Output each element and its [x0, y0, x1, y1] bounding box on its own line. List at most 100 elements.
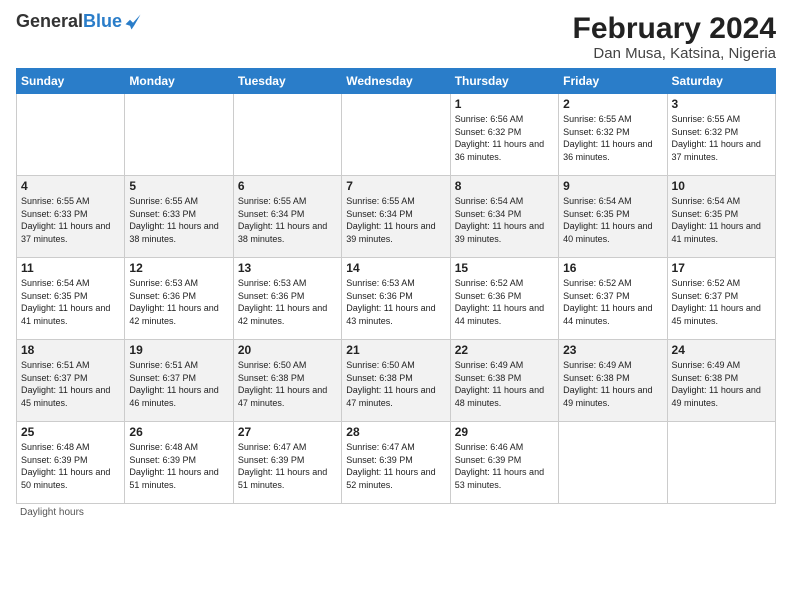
calendar-cell: 23Sunrise: 6:49 AM Sunset: 6:38 PM Dayli…	[559, 340, 667, 422]
calendar-day-header: Thursday	[450, 69, 558, 94]
day-info: Sunrise: 6:53 AM Sunset: 6:36 PM Dayligh…	[238, 277, 337, 327]
calendar-cell	[342, 94, 450, 176]
day-info: Sunrise: 6:49 AM Sunset: 6:38 PM Dayligh…	[455, 359, 554, 409]
calendar-cell: 22 Sunrise: 6:49 AM Sunset: 6:38 PM Dayli…	[450, 340, 558, 422]
calendar-cell: 21 Sunrise: 6:50 AM Sunset: 6:38 PM Dayli…	[342, 340, 450, 422]
day-info: Sunrise: 6:46 AM Sunset: 6:39 PM Dayligh…	[455, 441, 554, 491]
calendar-cell: 11 Sunrise: 6:54 AM Sunset: 6:35 PM Dayli…	[17, 258, 125, 340]
calendar-cell: 5 Sunrise: 6:55 AM Sunset: 6:33 PM Daylig…	[125, 176, 233, 258]
calendar-header-row: SundayMondayTuesdayWednesdayThursdayFrid…	[17, 69, 776, 94]
day-number: 18	[21, 343, 120, 357]
calendar-cell: 17 Sunrise: 6:52 AM Sunset: 6:37 PM Dayli…	[667, 258, 775, 340]
day-number: 10	[672, 179, 771, 193]
footer-note: Daylight hours	[16, 507, 776, 518]
day-info: Sunrise: 6:55 AM Sunset: 6:33 PM Dayligh…	[129, 195, 228, 245]
calendar-table: SundayMondayTuesdayWednesdayThursdayFrid…	[16, 68, 776, 504]
day-info: Sunrise: 6:53 AM Sunset: 6:36 PM Dayligh…	[129, 277, 228, 327]
calendar-cell: 13Sunrise: 6:53 AM Sunset: 6:36 PM Dayli…	[233, 258, 341, 340]
day-info: Sunrise: 6:52 AM Sunset: 6:37 PM Dayligh…	[563, 277, 662, 327]
calendar-week-row: 1Sunrise: 6:56 AM Sunset: 6:32 PM Daylig…	[17, 94, 776, 176]
day-info: Sunrise: 6:55 AM Sunset: 6:34 PM Dayligh…	[346, 195, 445, 245]
title-area: February 2024 Dan Musa, Katsina, Nigeria	[573, 12, 776, 62]
day-number: 8	[455, 179, 554, 193]
day-info: Sunrise: 6:49 AM Sunset: 6:38 PM Dayligh…	[672, 359, 771, 409]
day-info: Sunrise: 6:48 AM Sunset: 6:39 PM Dayligh…	[129, 441, 228, 491]
calendar-day-header: Monday	[125, 69, 233, 94]
day-info: Sunrise: 6:51 AM Sunset: 6:37 PM Dayligh…	[21, 359, 120, 409]
day-info: Sunrise: 6:48 AM Sunset: 6:39 PM Dayligh…	[21, 441, 120, 491]
day-info: Sunrise: 6:50 AM Sunset: 6:38 PM Dayligh…	[346, 359, 445, 409]
day-number: 21	[346, 343, 445, 357]
day-info: Sunrise: 6:56 AM Sunset: 6:32 PM Dayligh…	[455, 113, 554, 163]
day-number: 3	[672, 97, 771, 111]
logo-general-text: General	[16, 11, 83, 31]
calendar-cell	[559, 422, 667, 504]
day-number: 14	[346, 261, 445, 275]
calendar-cell: 28 Sunrise: 6:47 AM Sunset: 6:39 PM Dayli…	[342, 422, 450, 504]
day-number: 29	[455, 425, 554, 439]
day-number: 15	[455, 261, 554, 275]
day-info: Sunrise: 6:47 AM Sunset: 6:39 PM Dayligh…	[238, 441, 337, 491]
day-number: 25	[21, 425, 120, 439]
calendar-day-header: Tuesday	[233, 69, 341, 94]
main-title: February 2024	[573, 12, 776, 45]
calendar-cell: 18 Sunrise: 6:51 AM Sunset: 6:37 PM Dayli…	[17, 340, 125, 422]
day-number: 17	[672, 261, 771, 275]
day-info: Sunrise: 6:55 AM Sunset: 6:34 PM Dayligh…	[238, 195, 337, 245]
logo-bird-icon	[124, 13, 142, 31]
calendar-week-row: 25 Sunrise: 6:48 AM Sunset: 6:39 PM Dayli…	[17, 422, 776, 504]
calendar-week-row: 11 Sunrise: 6:54 AM Sunset: 6:35 PM Dayli…	[17, 258, 776, 340]
logo-blue-text: Blue	[83, 11, 122, 31]
calendar-cell: 14 Sunrise: 6:53 AM Sunset: 6:36 PM Dayli…	[342, 258, 450, 340]
calendar-cell: 6 Sunrise: 6:55 AM Sunset: 6:34 PM Daylig…	[233, 176, 341, 258]
day-info: Sunrise: 6:52 AM Sunset: 6:36 PM Dayligh…	[455, 277, 554, 327]
calendar-cell: 20 Sunrise: 6:50 AM Sunset: 6:38 PM Dayli…	[233, 340, 341, 422]
day-info: Sunrise: 6:47 AM Sunset: 6:39 PM Dayligh…	[346, 441, 445, 491]
calendar-cell: 12Sunrise: 6:53 AM Sunset: 6:36 PM Dayli…	[125, 258, 233, 340]
calendar-cell	[233, 94, 341, 176]
calendar-cell: 8Sunrise: 6:54 AM Sunset: 6:34 PM Daylig…	[450, 176, 558, 258]
day-info: Sunrise: 6:54 AM Sunset: 6:35 PM Dayligh…	[672, 195, 771, 245]
day-number: 6	[238, 179, 337, 193]
calendar-cell: 4 Sunrise: 6:55 AM Sunset: 6:33 PM Daylig…	[17, 176, 125, 258]
day-number: 27	[238, 425, 337, 439]
calendar-cell	[667, 422, 775, 504]
day-info: Sunrise: 6:55 AM Sunset: 6:33 PM Dayligh…	[21, 195, 120, 245]
day-info: Sunrise: 6:51 AM Sunset: 6:37 PM Dayligh…	[129, 359, 228, 409]
day-info: Sunrise: 6:52 AM Sunset: 6:37 PM Dayligh…	[672, 277, 771, 327]
day-info: Sunrise: 6:54 AM Sunset: 6:35 PM Dayligh…	[21, 277, 120, 327]
day-number: 20	[238, 343, 337, 357]
day-number: 11	[21, 261, 120, 275]
day-number: 5	[129, 179, 228, 193]
calendar-week-row: 18 Sunrise: 6:51 AM Sunset: 6:37 PM Dayli…	[17, 340, 776, 422]
calendar-cell: 24 Sunrise: 6:49 AM Sunset: 6:38 PM Dayli…	[667, 340, 775, 422]
calendar-cell: 9 Sunrise: 6:54 AM Sunset: 6:35 PM Daylig…	[559, 176, 667, 258]
day-number: 4	[21, 179, 120, 193]
calendar-cell: 2Sunrise: 6:55 AM Sunset: 6:32 PM Daylig…	[559, 94, 667, 176]
day-number: 7	[346, 179, 445, 193]
subtitle: Dan Musa, Katsina, Nigeria	[573, 45, 776, 62]
calendar-cell: 1Sunrise: 6:56 AM Sunset: 6:32 PM Daylig…	[450, 94, 558, 176]
calendar-cell	[125, 94, 233, 176]
day-number: 9	[563, 179, 662, 193]
calendar-cell	[17, 94, 125, 176]
calendar-cell: 25 Sunrise: 6:48 AM Sunset: 6:39 PM Dayli…	[17, 422, 125, 504]
calendar-day-header: Saturday	[667, 69, 775, 94]
calendar-cell: 29 Sunrise: 6:46 AM Sunset: 6:39 PM Dayli…	[450, 422, 558, 504]
day-info: Sunrise: 6:50 AM Sunset: 6:38 PM Dayligh…	[238, 359, 337, 409]
calendar-cell: 16Sunrise: 6:52 AM Sunset: 6:37 PM Dayli…	[559, 258, 667, 340]
day-number: 28	[346, 425, 445, 439]
calendar-cell: 10 Sunrise: 6:54 AM Sunset: 6:35 PM Dayli…	[667, 176, 775, 258]
day-info: Sunrise: 6:54 AM Sunset: 6:35 PM Dayligh…	[563, 195, 662, 245]
calendar-week-row: 4 Sunrise: 6:55 AM Sunset: 6:33 PM Daylig…	[17, 176, 776, 258]
calendar-cell: 26 Sunrise: 6:48 AM Sunset: 6:39 PM Dayli…	[125, 422, 233, 504]
calendar-cell: 19Sunrise: 6:51 AM Sunset: 6:37 PM Dayli…	[125, 340, 233, 422]
day-number: 26	[129, 425, 228, 439]
day-number: 22	[455, 343, 554, 357]
calendar-day-header: Friday	[559, 69, 667, 94]
day-number: 24	[672, 343, 771, 357]
day-info: Sunrise: 6:53 AM Sunset: 6:36 PM Dayligh…	[346, 277, 445, 327]
day-info: Sunrise: 6:49 AM Sunset: 6:38 PM Dayligh…	[563, 359, 662, 409]
calendar-day-header: Sunday	[17, 69, 125, 94]
calendar-day-header: Wednesday	[342, 69, 450, 94]
